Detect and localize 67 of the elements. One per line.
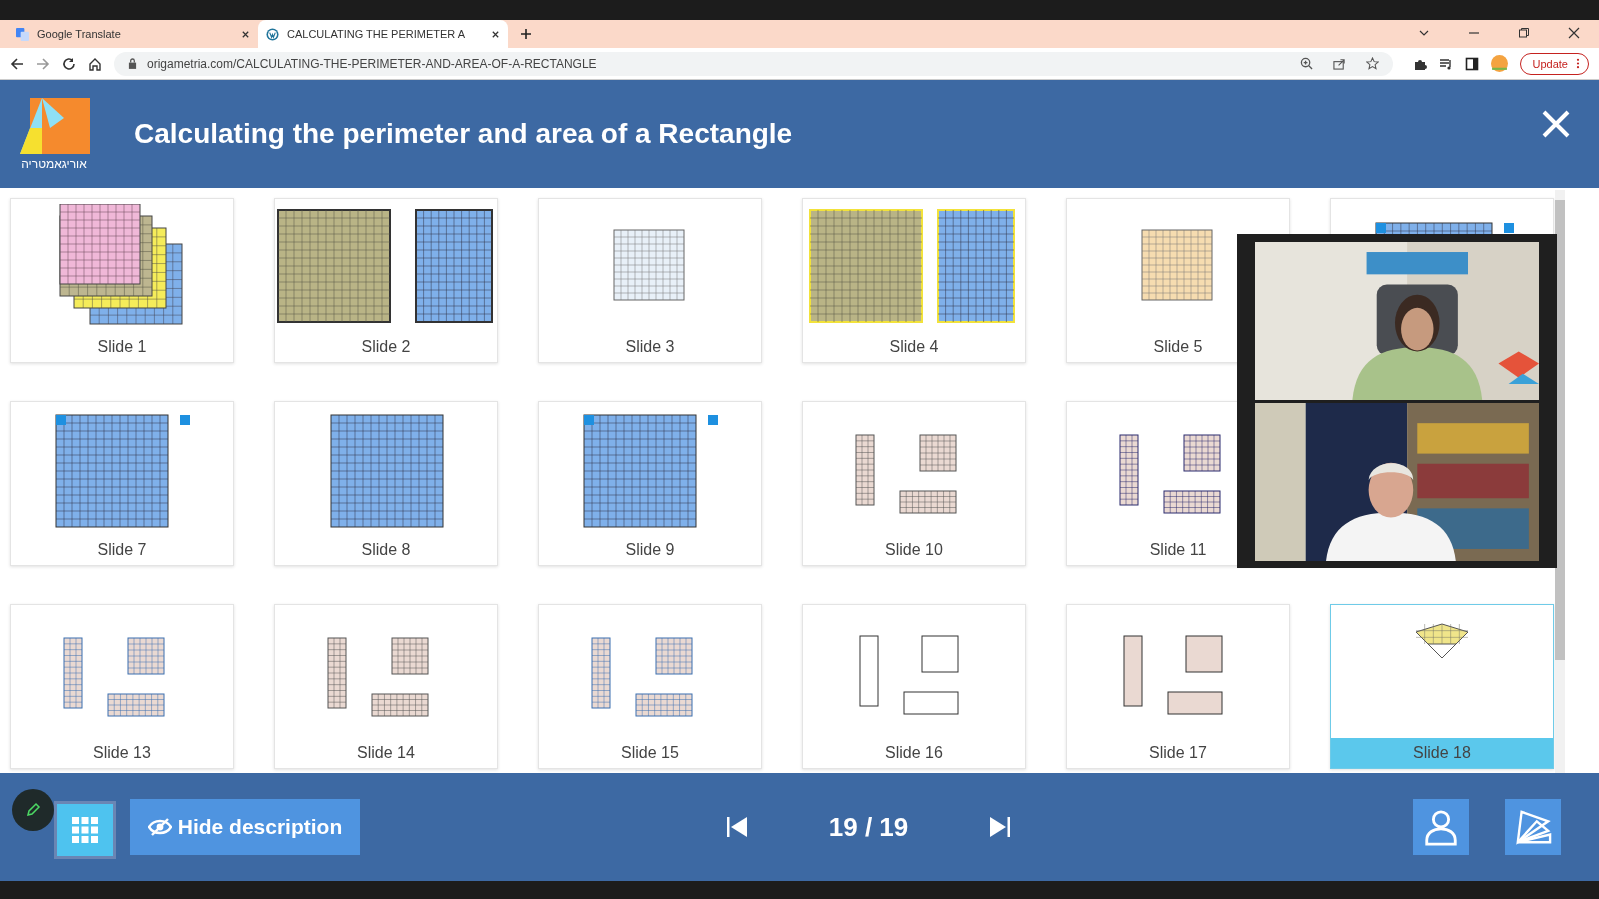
slide-label: Slide 5: [1152, 337, 1204, 357]
slide-card[interactable]: Slide 14: [274, 604, 498, 769]
share-icon[interactable]: [1332, 57, 1346, 70]
translate-icon: [16, 27, 29, 41]
slide-label: Slide 4: [888, 337, 940, 357]
slide-label: Slide 18: [1331, 738, 1553, 768]
color-fan-button[interactable]: [1505, 799, 1561, 855]
new-tab-icon[interactable]: [520, 28, 532, 40]
pencil-icon: [25, 802, 41, 818]
slide-label: Slide 11: [1148, 540, 1208, 560]
slide-card[interactable]: Slide 15: [538, 604, 762, 769]
slide-label: Slide 14: [356, 743, 416, 763]
update-button[interactable]: Update: [1519, 52, 1589, 75]
home-icon[interactable]: [88, 56, 102, 71]
first-slide-icon[interactable]: [724, 815, 749, 839]
slide-card[interactable]: Slide 9: [538, 401, 762, 566]
slide-card[interactable]: Slide 10: [802, 401, 1026, 566]
restore-icon[interactable]: [1518, 27, 1530, 39]
reload-icon[interactable]: [62, 56, 76, 71]
slide-card[interactable]: Slide 7: [10, 401, 234, 566]
slide-card[interactable]: Slide 18: [1330, 604, 1554, 769]
lock-icon: [128, 58, 137, 69]
close-icon[interactable]: [1568, 27, 1580, 39]
slide-card[interactable]: Slide 17: [1066, 604, 1290, 769]
grid-icon: [70, 815, 100, 845]
wordpress-icon: [266, 27, 279, 41]
logo-text: אוריגאמטריה: [21, 156, 87, 171]
slide-card[interactable]: Slide 4: [802, 198, 1026, 363]
close-tab-icon[interactable]: [241, 29, 250, 39]
user-button[interactable]: [1413, 799, 1469, 855]
thumbnail-drawing: [1415, 623, 1469, 659]
slide-label: Slide 3: [624, 337, 676, 357]
pen-button[interactable]: [12, 789, 54, 831]
slide-card[interactable]: Slide 13: [10, 604, 234, 769]
more-icon: [1576, 58, 1580, 69]
slide-card[interactable]: Slide 3: [538, 198, 762, 363]
slide-label: Slide 13: [92, 743, 152, 763]
slide-label: Slide 2: [360, 337, 412, 357]
forward-icon[interactable]: [36, 56, 50, 71]
user-icon: [1422, 808, 1460, 846]
zoom-icon[interactable]: [1299, 57, 1313, 70]
side-panel-icon[interactable]: [1464, 56, 1479, 71]
browser-tab[interactable]: Google Translate: [8, 20, 258, 48]
slide-label: Slide 17: [1148, 743, 1208, 763]
slide-label: Slide 15: [620, 743, 680, 763]
slide-label: Slide 7: [96, 540, 148, 560]
slide-label: Slide 9: [624, 540, 676, 560]
slide-counter: 19 / 19: [828, 811, 909, 843]
slide-label: Slide 1: [96, 337, 148, 357]
eye-off-icon: [147, 818, 172, 836]
slide-card[interactable]: Slide 8: [274, 401, 498, 566]
slide-label: Slide 8: [360, 540, 412, 560]
back-icon[interactable]: [10, 56, 24, 71]
slide-label: Slide 10: [884, 540, 944, 560]
playlist-icon[interactable]: [1438, 56, 1453, 71]
grid-view-button[interactable]: [54, 801, 116, 859]
browser-tab[interactable]: CALCULATING THE PERIMETER A: [258, 20, 508, 48]
slide-card[interactable]: Slide 2: [274, 198, 498, 363]
address-field[interactable]: origametria.com/CALCULATING-THE-PERIMETER-AND-AREA-OF-A-RECTANGLE: [114, 51, 1393, 76]
star-icon[interactable]: [1365, 57, 1379, 70]
close-tab-icon[interactable]: [491, 29, 500, 39]
slide-card[interactable]: Slide 1: [10, 198, 234, 363]
page-title: Calculating the perimeter and area of a Rectangle: [134, 118, 793, 150]
last-slide-icon[interactable]: [988, 815, 1013, 839]
slide-card[interactable]: Slide 16: [802, 604, 1026, 769]
fan-icon: [1514, 808, 1552, 846]
slide-label: Slide 16: [884, 743, 944, 763]
